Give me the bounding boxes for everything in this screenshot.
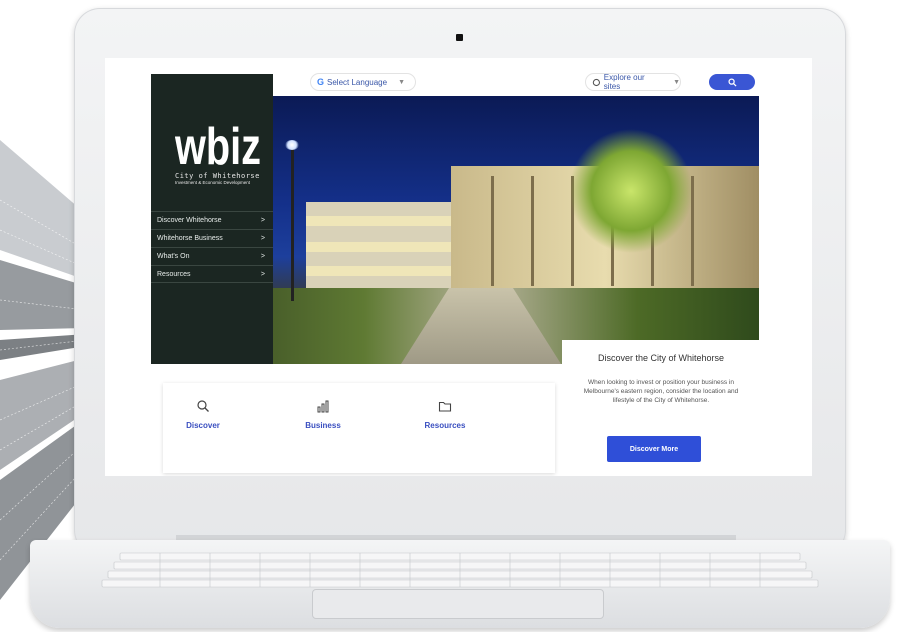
- building-left: [306, 202, 451, 288]
- logo-city-name: City of Whitehorse: [175, 172, 260, 180]
- quick-link-label: Discover: [186, 421, 220, 430]
- quick-link-resources[interactable]: Resources: [405, 399, 485, 430]
- search-button[interactable]: [709, 74, 755, 90]
- chevron-right-icon: >: [260, 235, 265, 242]
- sidebar-item-label: Discover Whitehorse: [157, 217, 222, 224]
- quick-link-label: Business: [305, 421, 341, 430]
- explore-sites-dropdown[interactable]: Explore our sites ▼: [585, 73, 681, 91]
- svg-text:wbiz: wbiz: [175, 118, 261, 172]
- language-label: Select Language: [327, 77, 388, 87]
- lit-tree: [571, 126, 691, 256]
- search-icon: [197, 400, 209, 412]
- search-icon: [727, 77, 737, 87]
- google-g-icon: G: [317, 77, 325, 87]
- lamp-light: [285, 140, 299, 150]
- logo-subtitle: Investment & Economic Development: [175, 180, 251, 185]
- wbiz-logo: wbiz: [175, 118, 261, 172]
- lamp-post: [291, 146, 294, 301]
- explore-label: Explore our sites: [603, 73, 645, 91]
- quick-link-discover[interactable]: Discover: [163, 399, 243, 430]
- sidebar-item-label: Resources: [157, 270, 191, 278]
- keyboard: [101, 552, 819, 588]
- sidebar-item-whats-on[interactable]: What's On >: [151, 247, 273, 265]
- discover-card: Discover the City of Whitehorse When loo…: [562, 340, 760, 470]
- chevron-right-icon: >: [260, 217, 265, 224]
- chevron-right-icon: >: [260, 253, 265, 260]
- sidebar-nav: Discover Whitehorse > Whitehorse Busines…: [151, 211, 273, 283]
- quick-link-business[interactable]: Business: [283, 399, 363, 430]
- sidebar-item-label: Whitehorse Business: [157, 235, 223, 242]
- language-selector[interactable]: G Select Language ▼: [310, 73, 416, 91]
- sidebar-item-label: What's On: [157, 253, 190, 260]
- sidebar-item-whitehorse-business[interactable]: Whitehorse Business >: [151, 229, 273, 247]
- card-title: Discover the City of Whitehorse: [597, 353, 725, 363]
- discover-more-button[interactable]: Discover More: [607, 436, 701, 462]
- quick-links-panel: Discover Business Resources: [163, 383, 555, 473]
- sidebar-item-resources[interactable]: Resources >: [151, 265, 273, 283]
- bar-chart-icon: [317, 400, 329, 413]
- sidebar: wbiz City of Whitehorse Investment & Eco…: [151, 74, 273, 364]
- card-body: When looking to invest or position your …: [583, 379, 739, 404]
- globe-icon: [592, 78, 601, 86]
- trackpad: [312, 589, 604, 619]
- quick-link-label: Resources: [424, 421, 466, 430]
- folder-icon: [438, 401, 452, 412]
- caret-down-icon: ▼: [673, 78, 680, 86]
- caret-down-icon: ▼: [398, 78, 406, 86]
- webcam: [456, 34, 463, 41]
- sidebar-item-discover-whitehorse[interactable]: Discover Whitehorse >: [151, 211, 273, 229]
- chevron-right-icon: >: [260, 270, 265, 278]
- laptop-screen: G Select Language ▼ Explore our sites ▼ …: [105, 58, 812, 476]
